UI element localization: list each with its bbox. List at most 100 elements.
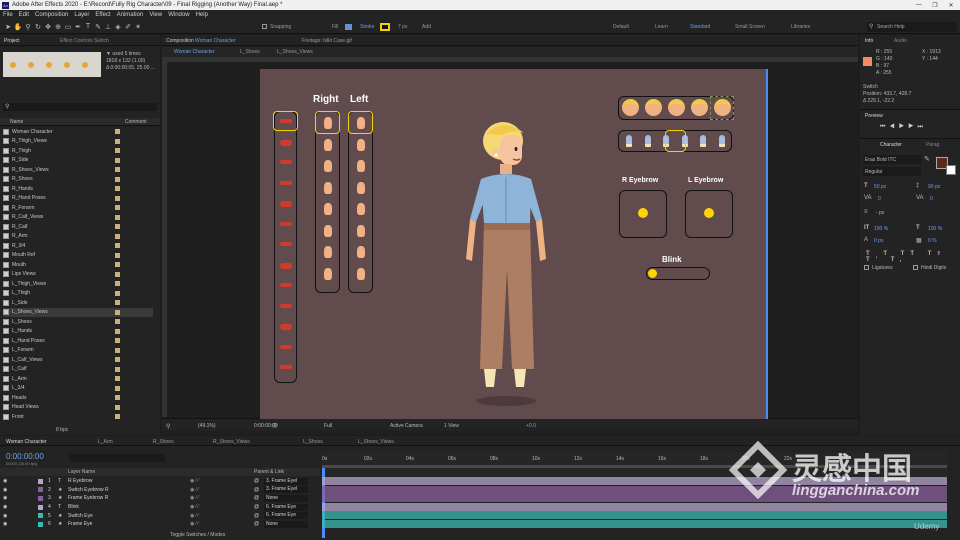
project-item[interactable]: R_Hands [3,184,153,194]
rectangle-tool-icon[interactable]: ▭ [64,22,72,31]
project-item[interactable]: L_Calf_Views [3,355,153,365]
audio-tab[interactable]: Audio [894,38,907,44]
label-color-swatch[interactable] [115,319,120,325]
project-item[interactable]: L_3/4 [3,384,153,394]
play-icon[interactable]: ▶ [899,124,908,130]
timeline-layer-row[interactable]: ◉ 5 ★ Switch Eye ◉ ⁄ ⁄ @6. Frame Eye [0,511,320,520]
label-color-swatch[interactable] [115,347,120,353]
baseline-shift-value[interactable]: 0 px [874,238,883,244]
label-color-swatch[interactable] [115,167,120,173]
project-item[interactable]: L_Arm [3,374,153,384]
project-item[interactable]: R_Shoes [3,175,153,185]
label-color-swatch[interactable] [115,395,120,401]
tracking-value[interactable]: 0 [930,196,933,202]
subtab-l-shoes[interactable]: L_Shoes [240,49,260,55]
layer-name[interactable]: Switch Eyebrow R [68,487,109,493]
tsume-value[interactable]: 0 % [928,238,937,244]
label-color-swatch[interactable] [115,290,120,296]
add-label[interactable]: Add [422,24,431,30]
subtab-l-shoes-views[interactable]: L_Shoes_Views [277,49,313,55]
paragraph-tab[interactable]: Parag [926,142,939,148]
eye-icon[interactable]: ◉ [3,504,7,510]
parent-pickwhip-icon[interactable]: @ [254,495,259,501]
text-style-buttons[interactable]: T T TT Tт T' T, [866,251,960,263]
fill-label[interactable]: Fill [332,24,338,30]
minimize-button[interactable]: — [912,0,926,10]
label-color-swatch[interactable] [115,262,120,268]
layer-label-color[interactable] [38,495,43,501]
project-item[interactable]: L_Thigh [3,289,153,299]
eyedropper-icon[interactable]: ✎ [924,155,930,163]
toggle-switches-modes[interactable]: Toggle Switches / Modes [170,532,225,538]
label-color-swatch[interactable] [115,205,120,211]
exposure-value[interactable]: +0.0 [526,423,536,429]
label-color-swatch[interactable] [115,385,120,391]
label-color-swatch[interactable] [115,376,120,382]
label-color-swatch[interactable] [115,309,120,315]
blink-slider-knob[interactable] [648,269,657,278]
label-color-swatch[interactable] [115,214,120,220]
label-color-swatch[interactable] [115,195,120,201]
pen-tool-icon[interactable]: ✒ [74,22,82,31]
label-color-swatch[interactable] [115,300,120,306]
timeline-tab[interactable]: L_Shoes_Views [358,439,394,445]
layer-name[interactable]: R Eyebrow [68,478,92,484]
camera-tool-icon[interactable]: ✥ [44,22,52,31]
workspace-standard[interactable]: Standard [690,24,710,30]
parent-pickwhip-icon[interactable]: @ [254,487,259,493]
timeline-tab[interactable]: Woman Character [6,439,46,445]
font-family-dropdown[interactable]: Eras Bold ITC [863,155,921,164]
font-style-dropdown[interactable]: Regular [863,167,921,176]
zoom-tool-icon[interactable]: ⚲ [24,22,32,31]
effect-controls-tab[interactable]: Effect Controls Switch [60,38,109,44]
parent-pickwhip-icon[interactable]: @ [254,478,259,484]
character-tab[interactable]: Character [880,142,902,148]
menu-view[interactable]: View [149,12,162,18]
parent-dropdown[interactable]: 3. Frame Eyel [264,486,308,494]
prev-frame-icon[interactable]: ◀ [889,124,898,130]
project-item[interactable]: Mouth [3,260,153,270]
label-color-swatch[interactable] [115,252,120,258]
project-item[interactable]: Head Views [3,403,153,413]
clone-stamp-tool-icon[interactable]: ⊥ [104,22,112,31]
hindi-digits-checkbox[interactable] [913,265,918,270]
timeline-layer-row[interactable]: ◉ 4 T Blink ◉ ⁄ ⁄ @6. Frame Eye [0,503,320,512]
footage-tab[interactable]: Footage: bilkt Case.gif [302,38,352,44]
menu-effect[interactable]: Effect [95,12,110,18]
brush-tool-icon[interactable]: ✎ [94,22,102,31]
resolution-dropdown[interactable]: Full [324,423,332,429]
label-color-swatch[interactable] [115,271,120,277]
stroke-color-swatch[interactable] [946,165,956,175]
layer-switches[interactable]: ◉ ⁄ ⁄ [190,513,199,519]
vertical-scale-value[interactable]: 100 % [874,226,888,232]
layer-name[interactable]: Blink [68,504,79,510]
parent-pickwhip-icon[interactable]: @ [254,504,259,510]
label-color-swatch[interactable] [115,281,120,287]
project-item[interactable]: R_Thigh_Views [3,137,153,147]
project-item[interactable]: R_Hand Poses [3,194,153,204]
horizontal-scale-value[interactable]: 100 % [928,226,942,232]
project-item[interactable]: Woman Character [3,127,153,137]
label-color-swatch[interactable] [115,366,120,372]
composition-tab[interactable]: Composition [166,38,194,44]
layer-name[interactable]: Frame Eye [68,521,92,527]
timeline-tab[interactable]: R_Shoes [153,439,174,445]
label-color-swatch[interactable] [115,404,120,410]
label-color-swatch[interactable] [115,157,120,163]
kerning-value[interactable]: 0 [878,196,881,202]
shoe-view-selected[interactable] [665,130,686,152]
project-item[interactable]: R_3/4 [3,241,153,251]
project-item[interactable]: R_Arm [3,232,153,242]
eraser-tool-icon[interactable]: ◈ [114,22,122,31]
info-tab[interactable]: Info [865,38,873,44]
timeline-tab[interactable]: L_Shoes [303,439,323,445]
layer-label-color[interactable] [38,521,43,527]
timeline-current-time[interactable]: 0:00:00:00 [6,452,44,461]
layer-label-color[interactable] [38,504,43,510]
first-frame-icon[interactable]: ⏮ [880,124,889,130]
menu-layer[interactable]: Layer [74,12,89,18]
type-tool-icon[interactable]: T [84,22,92,31]
label-color-swatch[interactable] [115,186,120,192]
parent-dropdown[interactable]: 6. Frame Eye [264,512,308,520]
project-item[interactable]: L_Shoes_Views [3,307,153,317]
